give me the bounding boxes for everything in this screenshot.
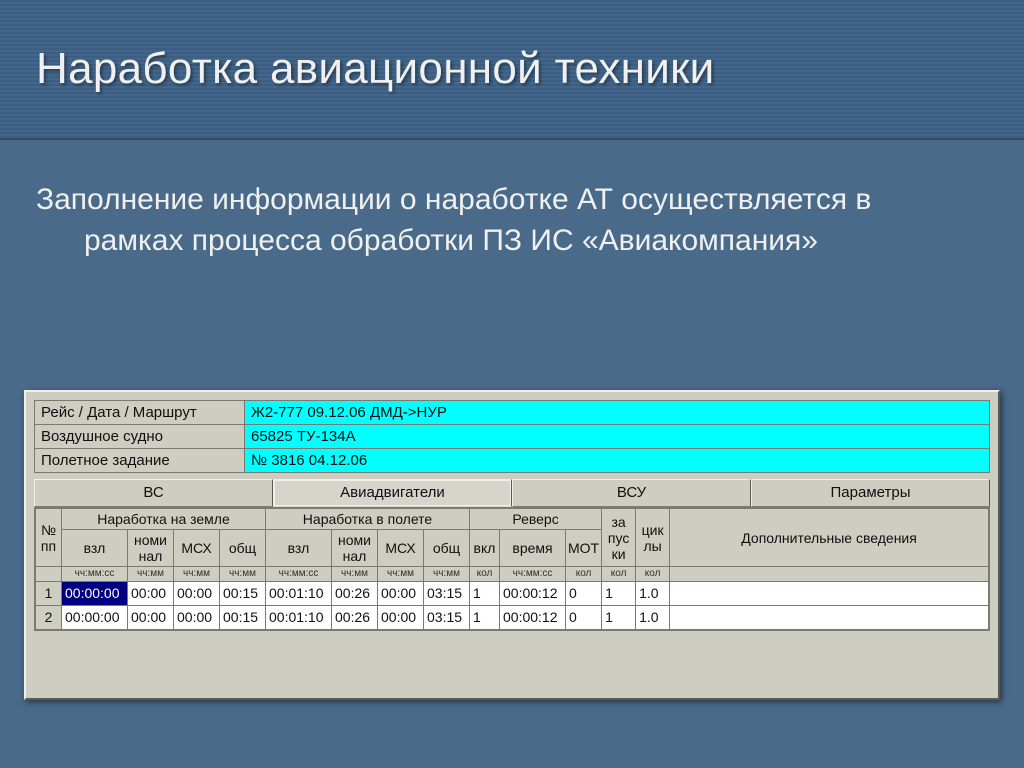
col-cycles: цик лы bbox=[636, 509, 670, 567]
col-group-ground: Наработка на земле bbox=[62, 509, 266, 530]
fmt-r-mot: кол bbox=[566, 567, 602, 582]
cell-r-time[interactable]: 00:00:12 bbox=[500, 581, 566, 605]
slide-body: Заполнение информации о наработке АТ осу… bbox=[36, 180, 916, 261]
cell-f-tot[interactable]: 03:15 bbox=[424, 605, 470, 629]
cell-r-vkl[interactable]: 1 bbox=[470, 605, 500, 629]
cell-g-nom[interactable]: 00:00 bbox=[128, 605, 174, 629]
col-flight-msh: МСХ bbox=[378, 530, 424, 567]
aircraft-value[interactable]: 65825 ТУ-134А bbox=[245, 425, 990, 449]
cell-r-vkl[interactable]: 1 bbox=[470, 581, 500, 605]
col-starts: за пус ки bbox=[602, 509, 636, 567]
cell-f-vzl[interactable]: 00:01:10 bbox=[266, 605, 332, 629]
cell-cycles[interactable]: 1.0 bbox=[636, 605, 670, 629]
cell-f-nom[interactable]: 00:26 bbox=[332, 605, 378, 629]
route-label: Рейс / Дата / Маршрут bbox=[35, 401, 245, 425]
fmt-f-tot: чч:мм bbox=[424, 567, 470, 582]
cell-f-vzl[interactable]: 00:01:10 bbox=[266, 581, 332, 605]
cell-r-time[interactable]: 00:00:12 bbox=[500, 605, 566, 629]
cell-g-vzl[interactable]: 00:00:00 bbox=[62, 605, 128, 629]
cell-num: 1 bbox=[36, 581, 62, 605]
task-label: Полетное задание bbox=[35, 449, 245, 473]
col-flight-vzl: взл bbox=[266, 530, 332, 567]
cell-g-tot[interactable]: 00:15 bbox=[220, 581, 266, 605]
fmt-starts: кол bbox=[602, 567, 636, 582]
fmt-extra bbox=[670, 567, 989, 582]
cell-g-vzl[interactable]: 00:00:00 bbox=[62, 581, 128, 605]
slide: Наработка авиационной техники Заполнение… bbox=[0, 0, 1024, 768]
fmt-r-vkl: кол bbox=[470, 567, 500, 582]
fmt-g-nom: чч:мм bbox=[128, 567, 174, 582]
data-grid: № пп Наработка на земле Наработка в поле… bbox=[34, 507, 990, 631]
cell-starts[interactable]: 1 bbox=[602, 581, 636, 605]
cell-cycles[interactable]: 1.0 bbox=[636, 581, 670, 605]
col-ground-msh: МСХ bbox=[174, 530, 220, 567]
table-row[interactable]: 2 00:00:00 00:00 00:00 00:15 00:01:10 00… bbox=[36, 605, 989, 629]
table-row[interactable]: 1 00:00:00 00:00 00:00 00:15 00:01:10 00… bbox=[36, 581, 989, 605]
aircraft-label: Воздушное судно bbox=[35, 425, 245, 449]
fmt-f-msh: чч:мм bbox=[378, 567, 424, 582]
task-value[interactable]: № 3816 04.12.06 bbox=[245, 449, 990, 473]
col-num: № пп bbox=[36, 509, 62, 567]
title-bar: Наработка авиационной техники bbox=[0, 0, 1024, 140]
fmt-f-nom: чч:мм bbox=[332, 567, 378, 582]
cell-starts[interactable]: 1 bbox=[602, 605, 636, 629]
tab-engines[interactable]: Авиадвигатели bbox=[273, 479, 512, 507]
fmt-f-vzl: чч:мм:сс bbox=[266, 567, 332, 582]
cell-g-nom[interactable]: 00:00 bbox=[128, 581, 174, 605]
cell-f-nom[interactable]: 00:26 bbox=[332, 581, 378, 605]
fmt-blank-num bbox=[36, 567, 62, 582]
cell-g-tot[interactable]: 00:15 bbox=[220, 605, 266, 629]
col-ground-nominal: номи нал bbox=[128, 530, 174, 567]
legacy-panel: Рейс / Дата / Маршрут Ж2-777 09.12.06 ДМ… bbox=[24, 390, 1000, 700]
tab-vsu[interactable]: ВСУ bbox=[512, 479, 751, 507]
slide-title: Наработка авиационной техники bbox=[36, 44, 715, 94]
cell-g-msh[interactable]: 00:00 bbox=[174, 605, 220, 629]
fmt-cycles: кол bbox=[636, 567, 670, 582]
cell-r-mot[interactable]: 0 bbox=[566, 605, 602, 629]
cell-r-mot[interactable]: 0 bbox=[566, 581, 602, 605]
col-flight-total: общ bbox=[424, 530, 470, 567]
cell-g-msh[interactable]: 00:00 bbox=[174, 581, 220, 605]
fmt-g-vzl: чч:мм:сс bbox=[62, 567, 128, 582]
cell-f-tot[interactable]: 03:15 bbox=[424, 581, 470, 605]
col-rev-vkl: вкл bbox=[470, 530, 500, 567]
cell-num: 2 bbox=[36, 605, 62, 629]
fmt-g-tot: чч:мм bbox=[220, 567, 266, 582]
col-group-reverse: Реверс bbox=[470, 509, 602, 530]
col-rev-time: время bbox=[500, 530, 566, 567]
col-group-flight: Наработка в полете bbox=[266, 509, 470, 530]
cell-f-msh[interactable]: 00:00 bbox=[378, 605, 424, 629]
route-value[interactable]: Ж2-777 09.12.06 ДМД->НУР bbox=[245, 401, 990, 425]
tab-vs[interactable]: ВС bbox=[34, 479, 273, 507]
col-addinfo: Дополнительные сведения bbox=[670, 509, 989, 567]
fmt-g-msh: чч:мм bbox=[174, 567, 220, 582]
col-ground-total: общ bbox=[220, 530, 266, 567]
tab-strip: ВС Авиадвигатели ВСУ Параметры bbox=[34, 479, 990, 507]
cell-extra[interactable] bbox=[670, 605, 989, 629]
col-ground-vzl: взл bbox=[62, 530, 128, 567]
cell-f-msh[interactable]: 00:00 bbox=[378, 581, 424, 605]
cell-extra[interactable] bbox=[670, 581, 989, 605]
col-rev-mot: МОТ bbox=[566, 530, 602, 567]
info-table: Рейс / Дата / Маршрут Ж2-777 09.12.06 ДМ… bbox=[34, 400, 990, 473]
tab-params[interactable]: Параметры bbox=[751, 479, 990, 507]
col-flight-nominal: номи нал bbox=[332, 530, 378, 567]
fmt-r-time: чч:мм:сс bbox=[500, 567, 566, 582]
